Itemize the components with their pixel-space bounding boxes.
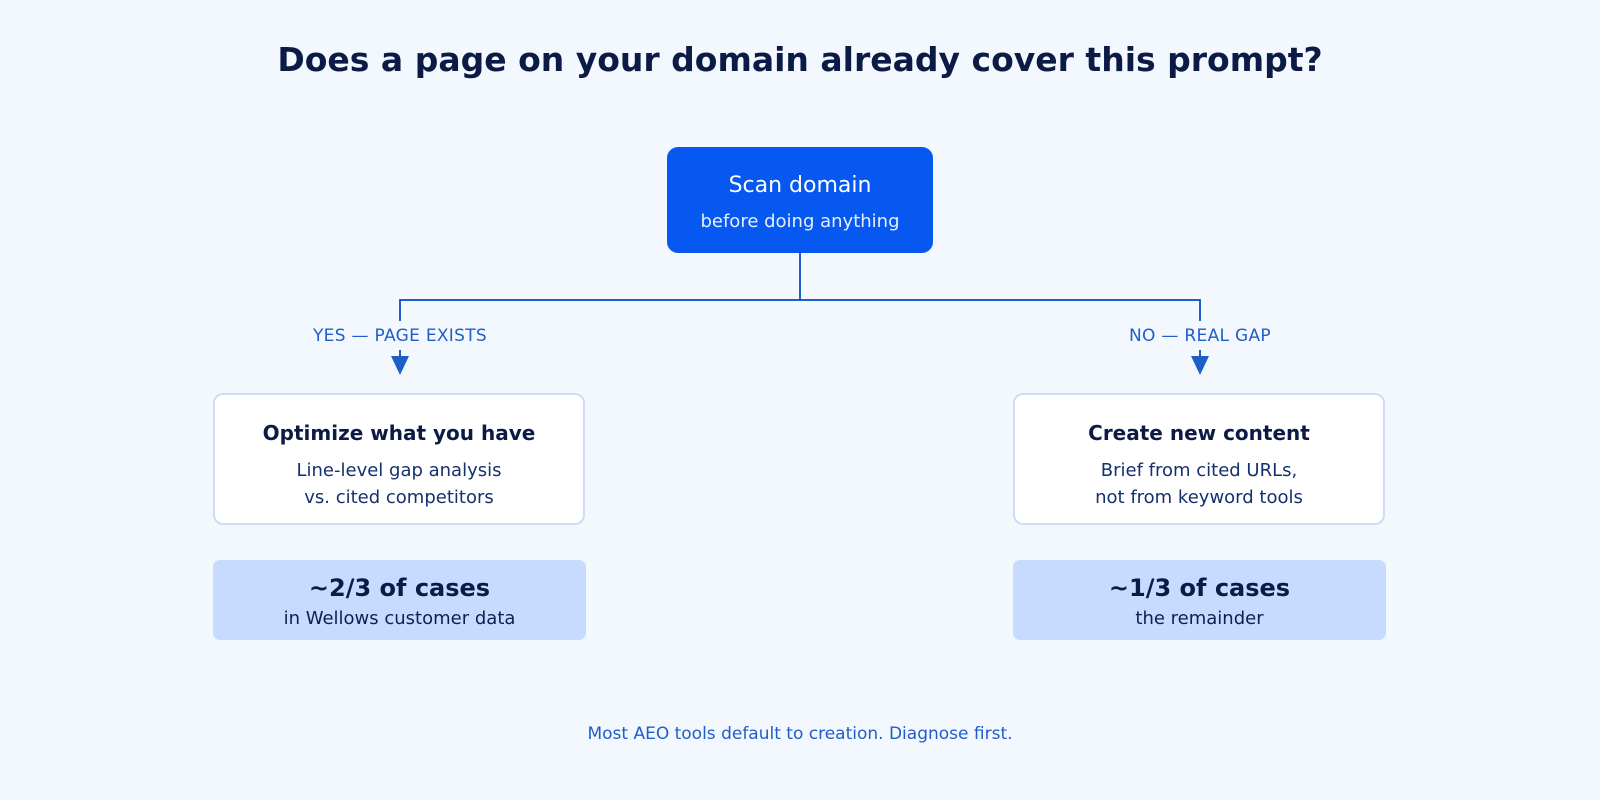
optimize-card-line-2: vs. cited competitors: [304, 487, 494, 508]
footer-note: Most AEO tools default to creation. Diag…: [587, 724, 1013, 744]
yes-stat-caption: in Wellows customer data: [283, 608, 516, 629]
no-branch-label: NO — REAL GAP: [1129, 326, 1271, 346]
yes-stat-badge: ~2/3 of cases in Wellows customer data: [213, 560, 586, 640]
create-card: Create new content Brief from cited URLs…: [1013, 393, 1385, 525]
create-card-description: Brief from cited URLs, not from keyword …: [1015, 457, 1383, 511]
create-card-title: Create new content: [1088, 421, 1310, 445]
create-card-line-2: not from keyword tools: [1095, 487, 1303, 508]
no-stat-badge: ~1/3 of cases the remainder: [1013, 560, 1386, 640]
optimize-card-line-1: Line-level gap analysis: [296, 460, 502, 481]
optimize-card: Optimize what you have Line-level gap an…: [213, 393, 585, 525]
create-card-line-1: Brief from cited URLs,: [1100, 460, 1298, 481]
right-arrow-head-icon: [1191, 356, 1209, 375]
optimize-card-title: Optimize what you have: [262, 421, 536, 445]
no-stat-caption: the remainder: [1135, 608, 1264, 629]
left-arrow-head-icon: [391, 356, 409, 375]
yes-branch-label: YES — PAGE EXISTS: [312, 326, 487, 346]
optimize-card-description: Line-level gap analysis vs. cited compet…: [215, 457, 583, 511]
yes-stat-value: ~2/3 of cases: [308, 574, 491, 602]
no-stat-value: ~1/3 of cases: [1108, 574, 1291, 602]
